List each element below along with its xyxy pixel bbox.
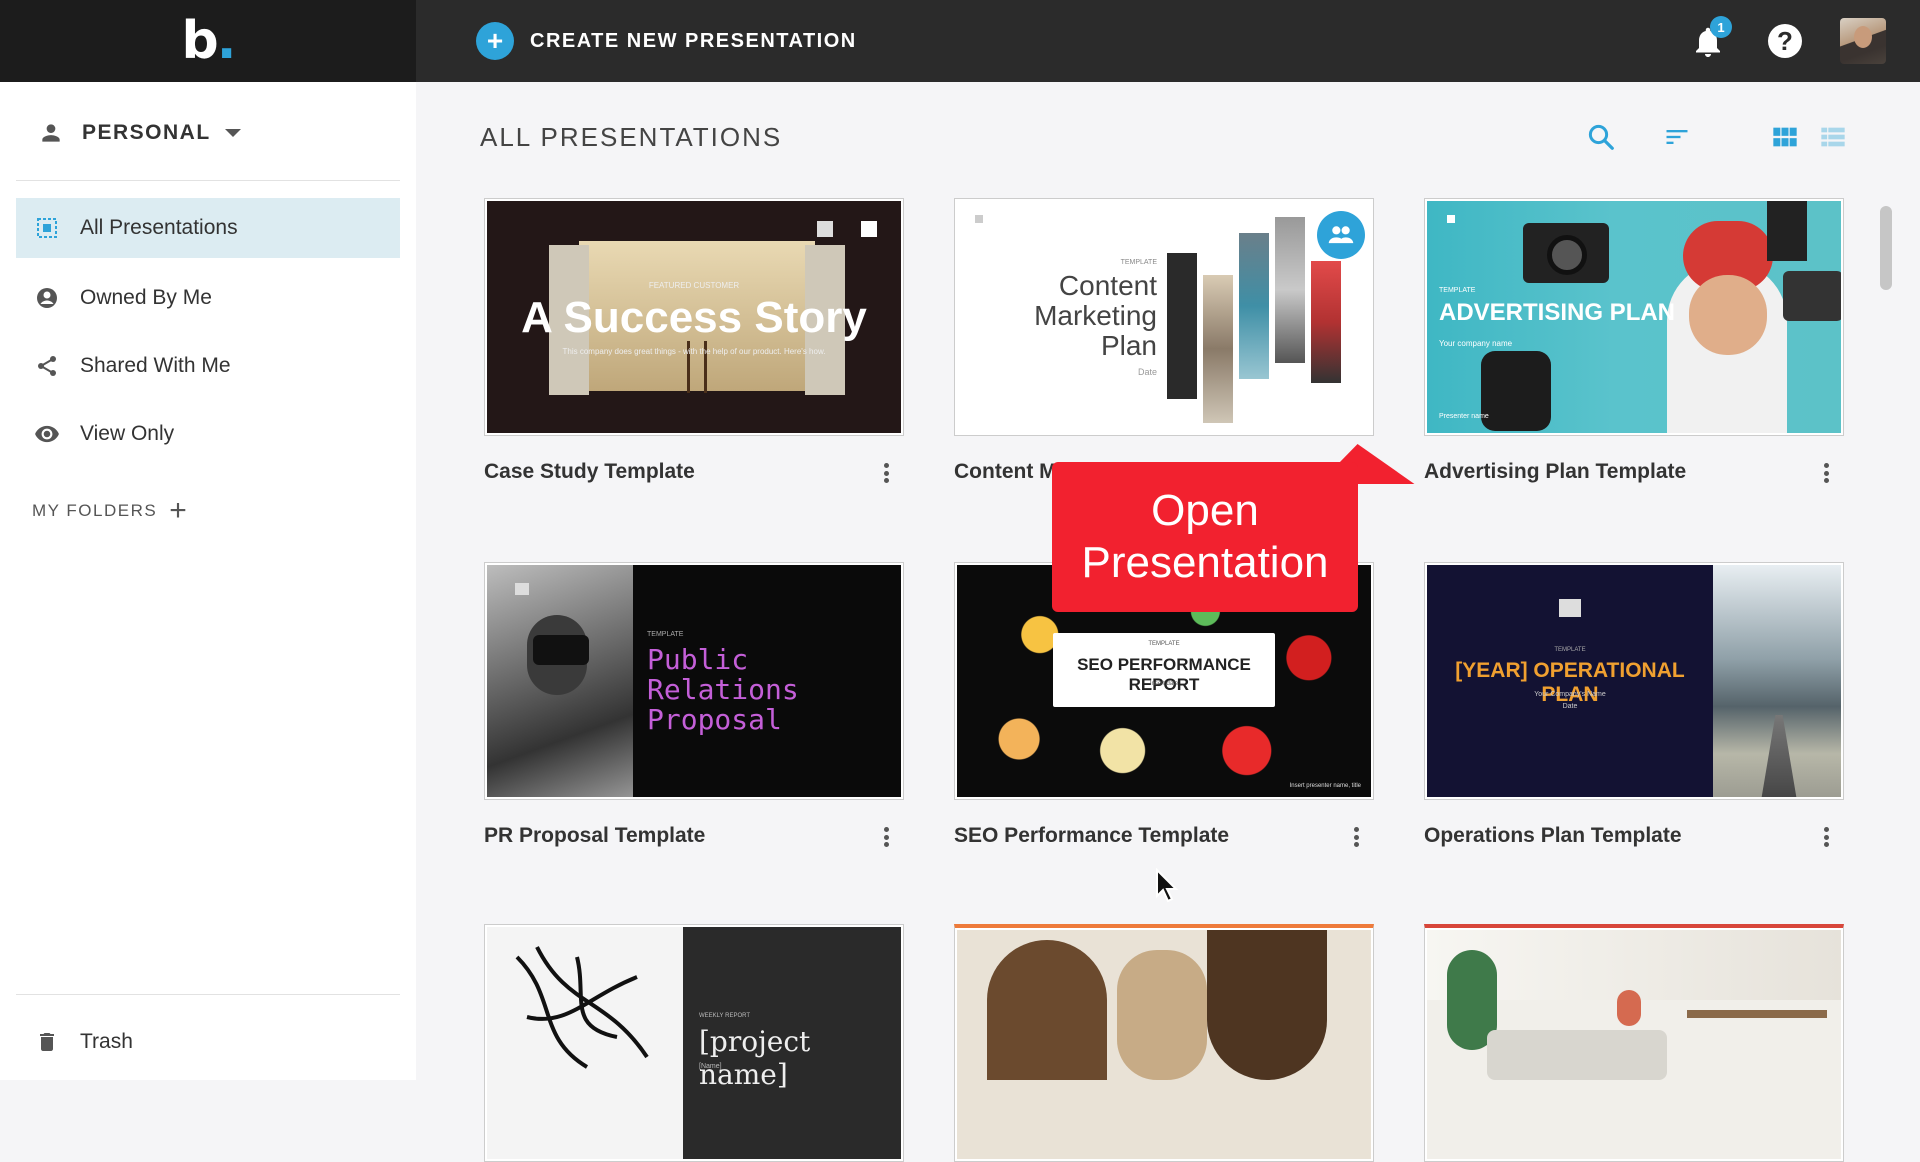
thumbnail-kicker: TEMPLATE — [1554, 647, 1586, 653]
logo[interactable]: b. — [0, 0, 416, 82]
sidebar-item-label: All Presentations — [80, 216, 238, 239]
thumbnail-kicker: WEEKLY REPORT — [699, 1013, 751, 1019]
divider — [16, 180, 400, 181]
thumbnail-heading: [YEAR] OPERATIONAL PLAN — [1455, 659, 1685, 706]
eye-icon — [34, 421, 60, 447]
thumbnail-heading: [project name] — [699, 1025, 811, 1091]
person-icon — [42, 124, 60, 142]
thumbnail-subtitle: Your company name — [1439, 339, 1513, 348]
notification-badge: 1 — [1710, 16, 1732, 38]
plus-icon: + — [476, 22, 514, 60]
top-bar: b. + CREATE NEW PRESENTATION 1 ? — [0, 0, 1920, 82]
sidebar-item-shared-with-me[interactable]: Shared With Me — [16, 336, 400, 396]
create-new-presentation-button[interactable]: + CREATE NEW PRESENTATION — [476, 22, 857, 60]
thumbnail-footer: Presenter name — [1439, 413, 1489, 420]
sidebar-item-label: Owned By Me — [80, 286, 212, 309]
thumbnail-kicker: TEMPLATE — [1148, 641, 1180, 647]
presentation-thumbnail[interactable]: TEMPLATE Content Marketing Plan Date — [954, 198, 1374, 436]
thumbnail-heading: SEO PERFORMANCE REPORT — [1077, 655, 1251, 694]
presentation-title[interactable]: Content M — [954, 460, 1057, 484]
presentation-title[interactable]: Operations Plan Template — [1424, 824, 1682, 848]
chevron-down-icon — [224, 129, 241, 137]
presentation-title[interactable]: Case Study Template — [484, 460, 695, 484]
mouse-cursor-icon — [1156, 868, 1179, 903]
sidebar-item-owned-by-me[interactable]: Owned By Me — [16, 268, 400, 328]
divider — [16, 994, 400, 995]
list-view-icon[interactable] — [1816, 120, 1850, 154]
more-options-icon[interactable] — [1818, 460, 1834, 486]
presentation-title[interactable]: Advertising Plan Template — [1424, 460, 1686, 484]
sidebar-item-label: Shared With Me — [80, 354, 231, 377]
thumbnail-footer: Date — [1562, 703, 1578, 710]
slide-icon — [1447, 215, 1455, 223]
presentation-title[interactable]: SEO Performance Template — [954, 824, 1229, 848]
more-options-icon[interactable] — [878, 824, 894, 850]
presentation-thumbnail[interactable]: FEATURED CUSTOMER A Success Story This c… — [484, 198, 904, 436]
sidebar-item-all-presentations[interactable]: All Presentations — [16, 198, 400, 258]
thumbnail-subtitle: Date — [1137, 367, 1157, 377]
presentation-thumbnail[interactable]: TEMPLATE [YEAR] OPERATIONAL PLAN Your Co… — [1424, 562, 1844, 800]
thumbnail-subtitle: Insert date — [1149, 681, 1179, 687]
thumbnail-subtitle: This company does great things - with th… — [562, 347, 826, 356]
thumbnail-heading: Content Marketing Plan — [1034, 270, 1157, 361]
sidebar-item-label: View Only — [80, 422, 175, 445]
presentation-thumbnail[interactable] — [1424, 924, 1844, 1162]
my-folders-label: MY FOLDERS — [32, 501, 158, 520]
thumbnail-footer: Insert presenter name, title — [1289, 783, 1361, 789]
account-label: PERSONAL — [82, 121, 211, 144]
slide-icon — [1559, 599, 1581, 617]
thumbnail-kicker: TEMPLATE — [647, 631, 684, 638]
ink-illustration — [515, 946, 649, 1069]
slide-icon — [515, 583, 529, 595]
logo-mark: b. — [181, 11, 237, 71]
more-options-icon[interactable] — [878, 460, 894, 486]
slide-icon — [975, 215, 983, 223]
thumbnail-kicker: TEMPLATE — [1120, 259, 1157, 266]
grid-view-icon[interactable] — [1768, 120, 1802, 154]
sidebar-item-label: Trash — [80, 1030, 133, 1053]
scrollbar[interactable] — [1880, 206, 1892, 290]
thumbnail-heading: A Success Story — [521, 293, 867, 342]
thumbnail-kicker: TEMPLATE — [1439, 287, 1476, 294]
account-switcher[interactable]: PERSONAL — [38, 120, 241, 146]
thumbnail-kicker: FEATURED CUSTOMER — [648, 281, 740, 290]
grid-select-icon — [34, 215, 60, 241]
sidebar-item-view-only[interactable]: View Only — [16, 404, 400, 464]
sidebar: PERSONAL All Presentations Owned By Me S… — [0, 82, 416, 1080]
trash-icon — [34, 1029, 60, 1055]
help-icon[interactable]: ? — [1768, 24, 1802, 58]
presentation-thumbnail[interactable]: TEMPLATE ADVERTISING PLAN Your company n… — [1424, 198, 1844, 436]
add-folder-icon[interactable]: + — [169, 496, 187, 526]
sidebar-item-trash[interactable]: Trash — [16, 1012, 400, 1072]
user-circle-icon — [34, 285, 60, 311]
slide-icon — [861, 221, 877, 237]
presentation-thumbnail[interactable]: TEMPLATE Public Relations Proposal — [484, 562, 904, 800]
thumbnail-subtitle: Your Company's Name — [1534, 691, 1606, 698]
thumbnail-subtitle: [Name] — [699, 1063, 722, 1070]
thumbnail-heading: ADVERTISING PLAN — [1439, 299, 1676, 326]
more-options-icon[interactable] — [1818, 824, 1834, 850]
slide-icon — [817, 221, 833, 237]
thumbnail-heading: Public Relations Proposal — [647, 643, 799, 736]
presentation-thumbnail[interactable]: WEEKLY REPORT [project name] [Name] — [484, 924, 904, 1162]
shared-people-icon — [1317, 211, 1365, 259]
presentation-title[interactable]: PR Proposal Template — [484, 824, 705, 848]
presentation-thumbnail[interactable] — [954, 924, 1374, 1162]
sort-icon[interactable] — [1660, 120, 1694, 154]
avatar[interactable] — [1840, 18, 1886, 64]
share-icon — [34, 353, 60, 379]
my-folders-header: MY FOLDERS + — [32, 496, 187, 526]
open-presentation-tooltip: Open Presentation — [1052, 462, 1358, 612]
more-options-icon[interactable] — [1348, 824, 1364, 850]
create-new-presentation-label: CREATE NEW PRESENTATION — [530, 29, 857, 52]
page-title: ALL PRESENTATIONS — [480, 122, 783, 152]
search-icon[interactable] — [1584, 120, 1618, 154]
